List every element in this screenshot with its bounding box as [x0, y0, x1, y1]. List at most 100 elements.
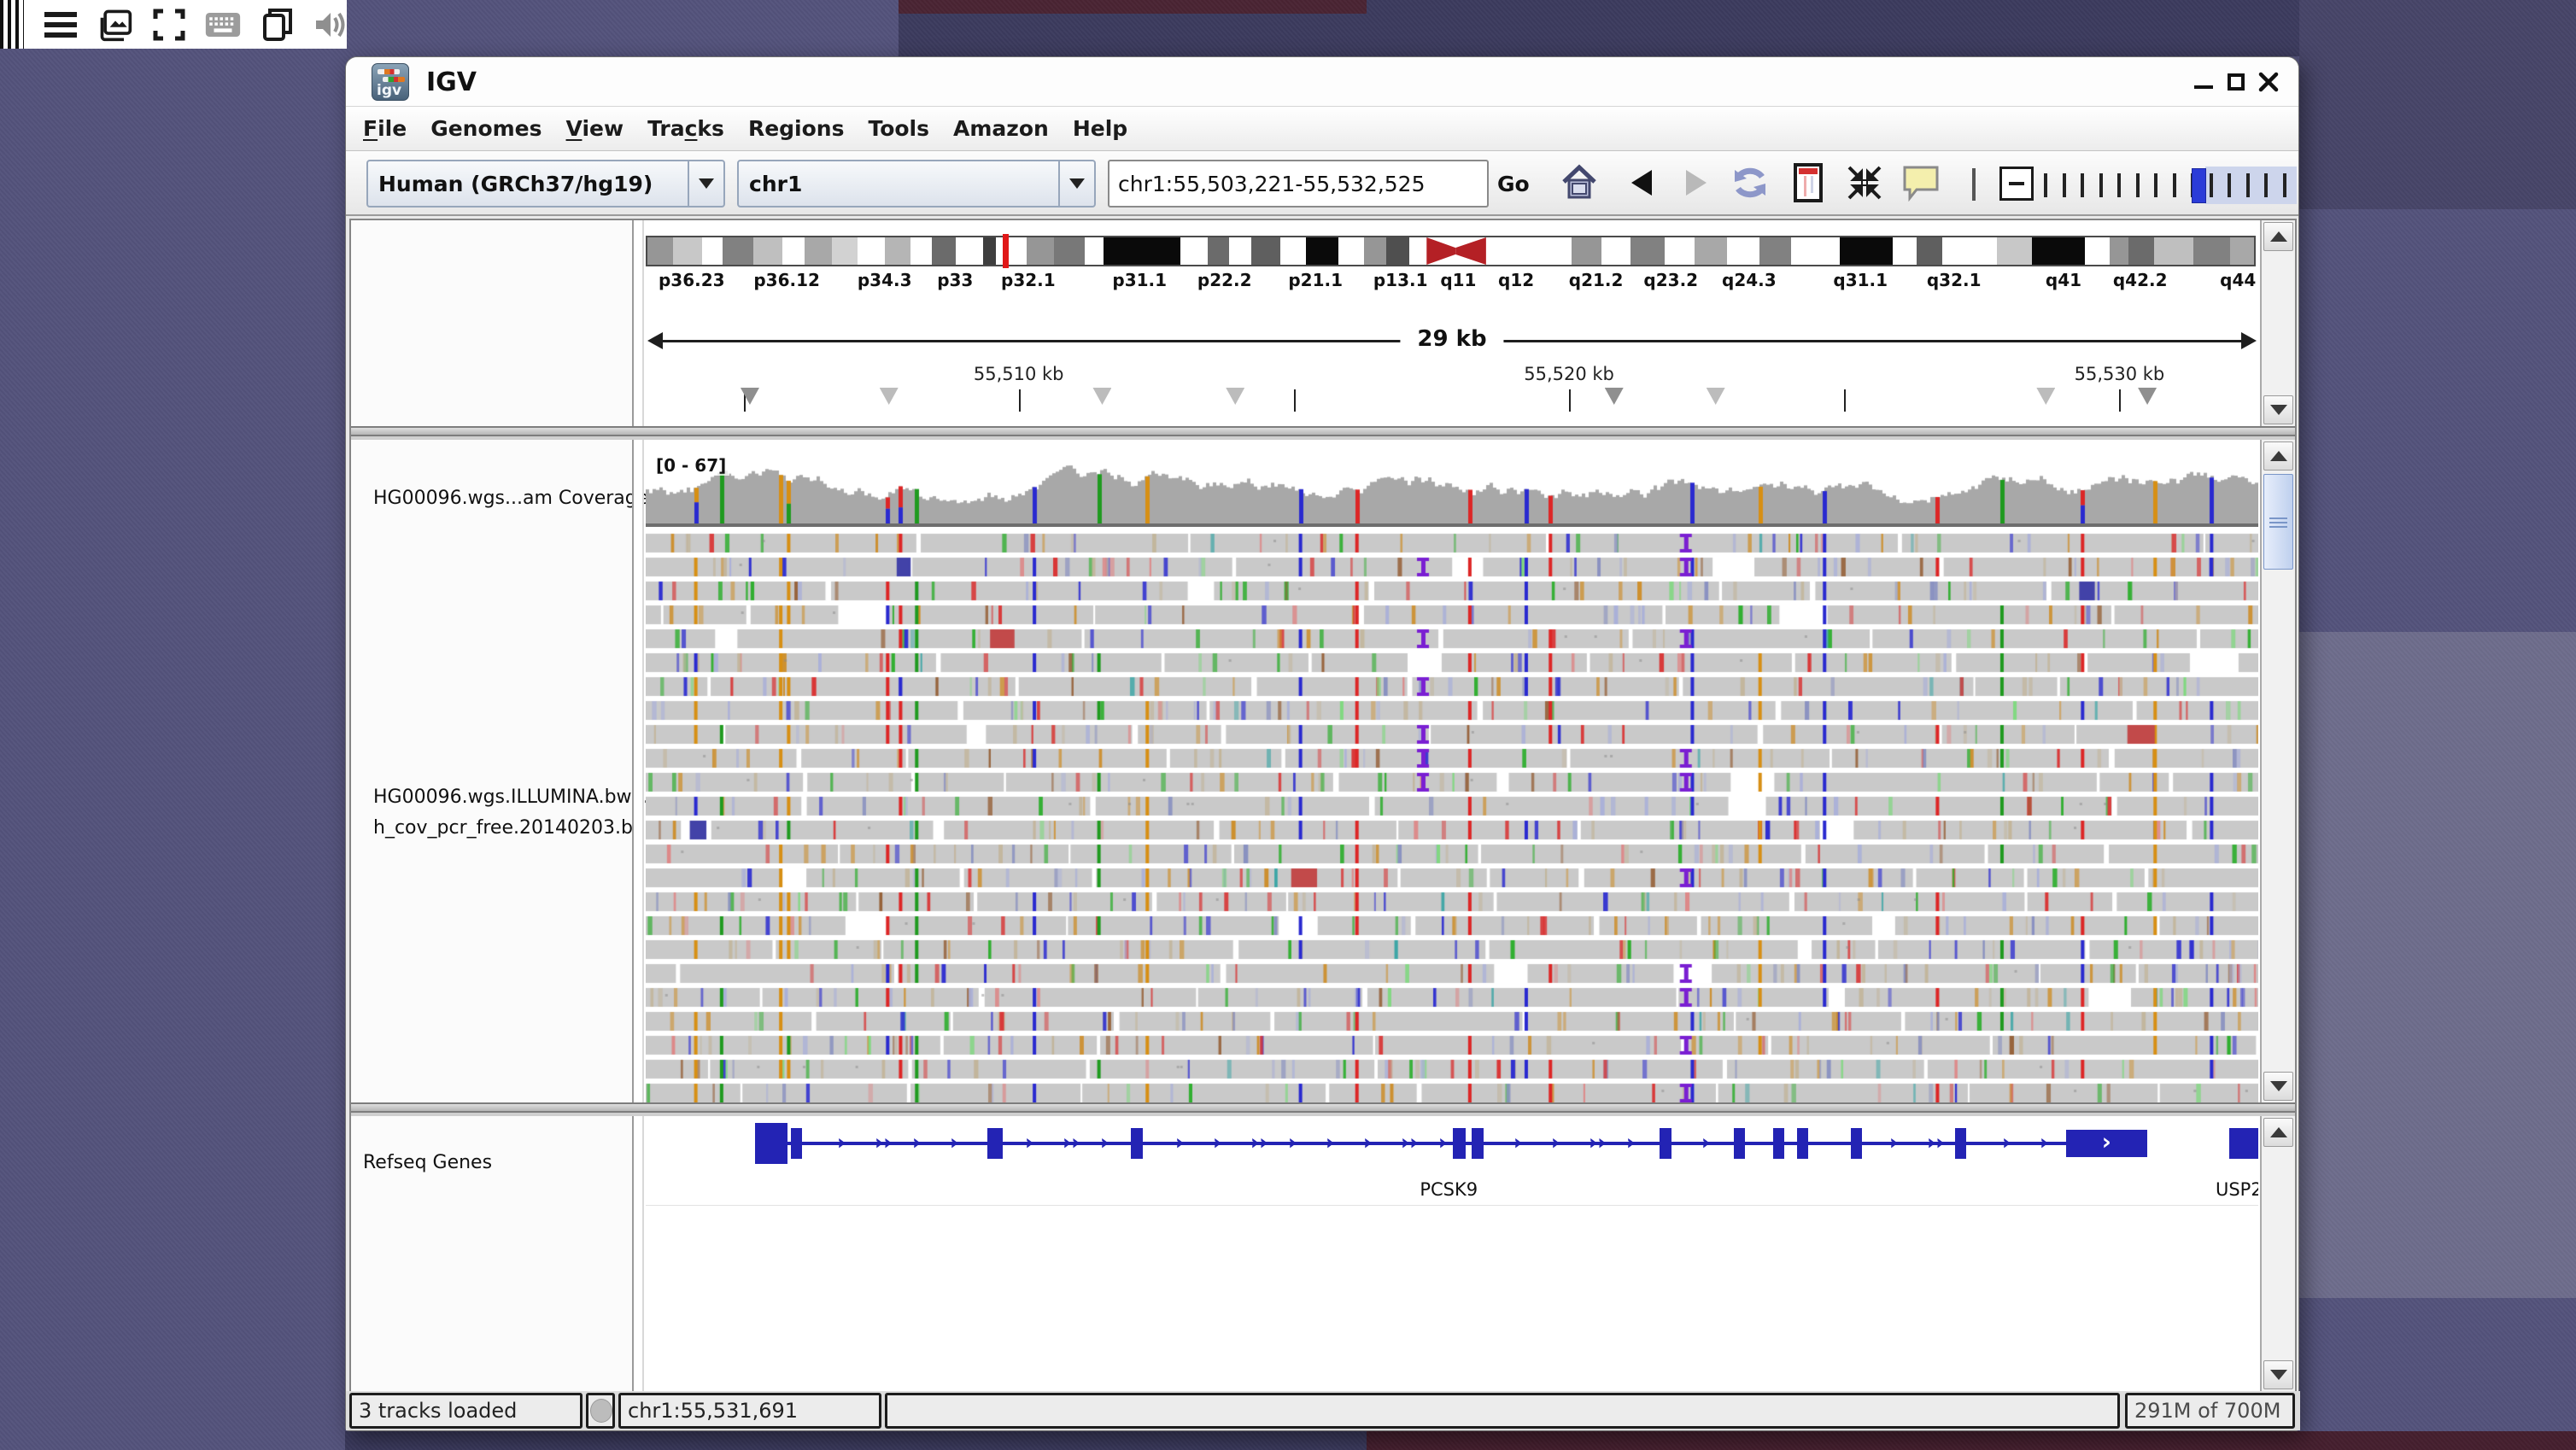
fullscreen-icon[interactable] [152, 8, 186, 42]
fit-to-window-button[interactable] [1842, 161, 1887, 204]
gene-exon[interactable] [987, 1128, 1003, 1159]
scroll-up-button[interactable] [2263, 441, 2293, 471]
menu-item-view[interactable]: View [554, 116, 636, 141]
menu-item-tracks[interactable]: Tracks [635, 116, 736, 141]
gene-exon[interactable] [1660, 1128, 1671, 1159]
gene-track-data[interactable]: ›››››››››››››››››››››››››››››››PCSK9USP2 [646, 1116, 2258, 1391]
ruler-arrow-right [2241, 332, 2257, 349]
alignment-track-name-line1[interactable]: HG00096.wgs.ILLUMINA.bwa.G [373, 786, 664, 808]
screenshot-icon[interactable] [97, 8, 133, 42]
tooltip-mode-button[interactable] [1899, 161, 1943, 204]
locus-panel-scrollbar[interactable] [2260, 220, 2295, 426]
menu-item-amazon[interactable]: Amazon [941, 116, 1061, 141]
menu-icon[interactable] [43, 8, 79, 42]
activity-indicator-icon [590, 1399, 612, 1423]
panel-container: p36.23p36.12p34.3p33p32.1p31.1p22.2p21.1… [349, 219, 2297, 1391]
ruler-tick [1019, 389, 1021, 412]
menu-item-regions[interactable]: Regions [736, 116, 857, 141]
scroll-down-button[interactable] [2263, 1360, 2293, 1389]
gene-exon[interactable] [1851, 1128, 1862, 1159]
back-button[interactable] [1619, 161, 1663, 204]
gene-exon[interactable] [791, 1128, 802, 1159]
genome-select[interactable]: Human (GRCh37/hg19) [366, 160, 725, 208]
gene-exon[interactable] [1453, 1128, 1466, 1159]
gene-exon[interactable] [755, 1123, 787, 1164]
scroll-down-button[interactable] [2263, 395, 2293, 424]
strand-arrow-icon: › [1175, 1131, 1184, 1155]
ruler-marker-triangle-icon [1707, 388, 1725, 405]
feature-panel-scrollbar[interactable] [2260, 1116, 2295, 1391]
triangle-down-icon [2270, 1081, 2287, 1091]
zoom-slider-tick [2228, 173, 2231, 197]
coverage-track-name[interactable]: HG00096.wgs...am Coverage [373, 488, 648, 509]
minimize-button[interactable] [2191, 69, 2216, 95]
define-region-button[interactable] [1786, 161, 1830, 204]
home-button[interactable] [1557, 161, 1601, 204]
triangle-up-icon [2270, 451, 2287, 461]
strand-arrow-icon: ›› [1063, 1131, 1080, 1155]
close-button[interactable] [2256, 69, 2281, 95]
maximize-button[interactable] [2223, 69, 2249, 95]
panel-splitter[interactable] [351, 1102, 2295, 1113]
band-label: p33 [937, 270, 973, 290]
go-button[interactable]: Go [1497, 172, 1530, 196]
gene-track-name[interactable]: Refseq Genes [363, 1152, 492, 1173]
ruler-marker-triangle-icon [1605, 388, 1624, 405]
ideogram-band [956, 237, 983, 265]
chromosome-select[interactable]: chr1 [737, 160, 1096, 208]
panel-splitter[interactable] [351, 426, 2295, 436]
alignment-panel-scrollbar[interactable] [2260, 440, 2295, 1102]
ideogram-band [2110, 237, 2129, 265]
scrollbar-thumb[interactable] [2263, 474, 2293, 570]
ideogram-band [2032, 237, 2085, 265]
ideogram-band [996, 237, 1027, 265]
locus-panel-data[interactable]: p36.23p36.12p34.3p33p32.1p31.1p22.2p21.1… [646, 220, 2258, 426]
forward-button[interactable] [1675, 161, 1719, 204]
audio-icon[interactable] [313, 8, 347, 42]
alignment-track-name-line2[interactable]: h_cov_pcr_free.20140203.bam [373, 817, 663, 839]
clipboard-icon[interactable] [260, 8, 294, 42]
drag-handle-icon[interactable] [0, 0, 24, 49]
coverage-baseline [646, 523, 2258, 527]
menu-item-tools[interactable]: Tools [856, 116, 941, 141]
band-label: q23.2 [1643, 270, 1698, 290]
scroll-up-button[interactable] [2263, 1118, 2293, 1147]
band-label: q32.1 [1927, 270, 1982, 290]
triangle-up-icon [2270, 231, 2287, 242]
refresh-button[interactable] [1728, 161, 1772, 204]
bg-patch [2299, 0, 2576, 209]
scroll-up-button[interactable] [2263, 222, 2293, 251]
gene-exon[interactable] [1955, 1128, 1966, 1159]
title-bar[interactable]: igv IGV [346, 57, 2298, 107]
band-label: p21.1 [1288, 270, 1343, 290]
keyboard-icon[interactable] [205, 8, 241, 42]
zoom-slider[interactable] [2044, 160, 2297, 208]
menu-item-file[interactable]: File [351, 116, 419, 141]
menu-bar: FileGenomesViewTracksRegionsToolsAmazonH… [346, 107, 2298, 151]
gene-exon[interactable] [1797, 1128, 1808, 1159]
alignment-panel: HG00096.wgs...am Coverage HG00096.wgs.IL… [351, 440, 2295, 1102]
zoom-slider-thumb[interactable] [2192, 168, 2206, 203]
zoom-out-button[interactable] [1999, 167, 2034, 201]
memory-status: 291M of 700M [2125, 1393, 2295, 1429]
menu-item-genomes[interactable]: Genomes [419, 116, 553, 141]
coverage-histogram[interactable] [646, 464, 2258, 523]
alignment-panel-data[interactable]: [0 - 67] [646, 440, 2258, 1102]
band-label: q44 [2220, 270, 2256, 290]
genome-select-arrow[interactable] [688, 161, 723, 206]
chromosome-ideogram[interactable] [646, 236, 2256, 266]
chromosome-select-arrow[interactable] [1058, 161, 1094, 206]
alignment-pileup[interactable] [646, 532, 2258, 1102]
gene-exon[interactable] [1472, 1128, 1484, 1159]
locus-input[interactable] [1108, 160, 1489, 208]
gene-label: USP2 [2216, 1179, 2258, 1200]
scroll-down-button[interactable] [2263, 1072, 2293, 1101]
strand-arrow-icon: › [1288, 1131, 1297, 1155]
gene-exon[interactable] [1734, 1128, 1745, 1159]
gene-exon[interactable] [2229, 1128, 2258, 1159]
ideogram-band [1917, 237, 1942, 265]
menu-item-help[interactable]: Help [1061, 116, 1139, 141]
gene-exon[interactable] [1131, 1128, 1143, 1159]
desktop-toolbar [0, 0, 347, 49]
gene-exon[interactable] [1773, 1128, 1784, 1159]
